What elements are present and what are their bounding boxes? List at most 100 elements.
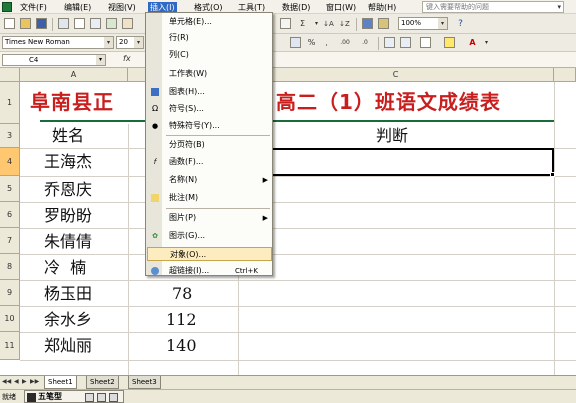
decrease-decimal-icon[interactable]: .0 — [356, 36, 374, 49]
name-box[interactable]: C4 ▾ — [2, 54, 106, 66]
spelling-icon[interactable] — [106, 18, 117, 29]
row-header-4[interactable]: 4 — [0, 148, 20, 176]
name-cell[interactable]: 冷 楠 — [44, 258, 86, 278]
menu-file[interactable]: 文件(F) — [20, 2, 47, 13]
menu-item-comment[interactable]: 批注(M) — [147, 191, 272, 205]
row-header-1[interactable]: 1 — [0, 82, 20, 124]
increase-indent-icon[interactable] — [400, 37, 411, 48]
decrease-indent-icon[interactable] — [384, 37, 395, 48]
autosum-button[interactable]: Σ — [296, 17, 309, 30]
menu-edit[interactable]: 编辑(E) — [64, 2, 91, 13]
row-header-10[interactable]: 10 — [0, 306, 20, 332]
score-cell[interactable]: 140 — [166, 336, 197, 356]
menu-item-chart[interactable]: 图表(H)... — [147, 85, 272, 99]
menu-item-rows[interactable]: 行(R) — [147, 31, 272, 45]
drawing-icon[interactable] — [378, 18, 389, 29]
header-judge-cell[interactable]: 判断 — [376, 126, 408, 146]
chart-wizard-icon[interactable] — [362, 18, 373, 29]
menu-item-name[interactable]: 名称(N) ▶ — [147, 173, 272, 187]
sheet-tab-1[interactable]: Sheet1 — [44, 376, 77, 389]
chevron-down-icon[interactable]: ▾ — [134, 37, 143, 48]
help-search-input[interactable]: 键入需要帮助的问题 ▾ — [422, 1, 564, 13]
ime-moon-icon[interactable] — [85, 393, 94, 402]
fill-handle[interactable] — [550, 172, 555, 177]
sheet-tab-2[interactable]: Sheet2 — [86, 376, 119, 389]
sort-descending-icon[interactable]: ↓Z — [338, 17, 351, 30]
percent-style-button[interactable]: % — [305, 36, 318, 49]
row-header-6[interactable]: 6 — [0, 202, 20, 228]
name-cell[interactable]: 杨玉田 — [44, 284, 92, 304]
name-cell[interactable]: 乔恩庆 — [44, 180, 92, 200]
ime-keyboard-icon[interactable] — [109, 393, 118, 402]
chevron-down-icon[interactable]: ▾ — [96, 55, 105, 65]
menu-item-special-symbol[interactable]: ● 特殊符号(Y)... — [147, 119, 272, 133]
chevron-down-icon[interactable]: ▾ — [557, 2, 561, 12]
ime-punct-icon[interactable] — [97, 393, 106, 402]
prev-sheet-icon[interactable]: ◀ — [14, 378, 19, 385]
header-name-cell[interactable]: 姓名 — [52, 126, 84, 146]
column-header-c[interactable]: C — [238, 68, 554, 82]
font-size-select[interactable]: 20 ▾ — [116, 36, 144, 49]
menu-item-cells[interactable]: 单元格(E)... — [147, 15, 272, 29]
fill-color-icon[interactable] — [444, 37, 455, 48]
chevron-down-icon[interactable]: ▾ — [104, 37, 113, 48]
menu-item-object[interactable]: 对象(O)... — [147, 247, 272, 261]
score-cell[interactable]: 112 — [166, 310, 197, 330]
next-sheet-icon[interactable]: ▶ — [22, 378, 27, 385]
menu-help[interactable]: 帮助(H) — [368, 2, 396, 13]
menu-data[interactable]: 数据(D) — [282, 2, 310, 13]
row-header-3[interactable]: 3 — [0, 124, 20, 148]
insert-function-icon[interactable]: fx — [123, 54, 131, 63]
first-sheet-icon[interactable]: ◀◀ — [2, 378, 11, 385]
select-all-corner[interactable] — [0, 68, 20, 82]
sort-ascending-icon[interactable]: ↓A — [322, 17, 335, 30]
menu-item-picture[interactable]: 图片(P) ▶ — [147, 211, 272, 225]
menu-item-function[interactable]: f 函数(F)... — [147, 155, 272, 169]
print-preview-icon[interactable] — [90, 18, 101, 29]
name-cell[interactable]: 郑灿丽 — [44, 336, 92, 356]
menu-item-hyperlink[interactable]: 超链接(I)... Ctrl+K — [147, 264, 272, 278]
sheet-tab-3[interactable]: Sheet3 — [128, 376, 161, 389]
menu-item-worksheet[interactable]: 工作表(W) — [147, 67, 272, 81]
chevron-down-icon[interactable]: ▾ — [480, 36, 493, 49]
name-cell[interactable]: 朱倩倩 — [44, 232, 92, 252]
ime-name[interactable]: 五笔型 — [38, 391, 62, 403]
row-header-5[interactable]: 5 — [0, 176, 20, 202]
excel-app-icon[interactable] — [2, 2, 12, 12]
hyperlink-icon[interactable] — [280, 18, 291, 29]
new-document-icon[interactable] — [4, 18, 15, 29]
column-header-a[interactable]: A — [20, 68, 128, 82]
save-icon[interactable] — [36, 18, 47, 29]
comma-style-icon[interactable]: , — [320, 36, 333, 49]
chevron-down-icon[interactable]: ▾ — [438, 18, 447, 29]
menu-view[interactable]: 视图(V) — [108, 2, 136, 13]
help-icon[interactable]: ? — [454, 17, 467, 30]
row-header-8[interactable]: 8 — [0, 254, 20, 280]
font-name-select[interactable]: Times New Roman ▾ — [2, 36, 114, 49]
menu-item-diagram[interactable]: ✿ 图示(G)... — [147, 229, 272, 243]
increase-decimal-button[interactable]: .00 — [336, 36, 354, 49]
menu-item-page-break[interactable]: 分页符(B) — [147, 138, 272, 152]
merge-center-icon[interactable] — [290, 37, 301, 48]
row-header-9[interactable]: 9 — [0, 280, 20, 306]
name-cell[interactable]: 罗盼盼 — [44, 206, 92, 226]
last-sheet-icon[interactable]: ▶▶ — [30, 378, 39, 385]
menu-item-symbol[interactable]: Ω 符号(S)... — [147, 102, 272, 116]
score-cell[interactable]: 78 — [172, 284, 192, 304]
ime-logo-icon[interactable] — [27, 393, 36, 402]
font-color-button[interactable]: A — [466, 36, 479, 49]
name-cell[interactable]: 余水乡 — [44, 310, 92, 330]
borders-icon[interactable] — [420, 37, 431, 48]
permission-icon[interactable] — [58, 18, 69, 29]
zoom-select[interactable]: 100% ▾ — [398, 17, 448, 30]
column-header-d[interactable] — [554, 68, 576, 82]
research-icon[interactable] — [122, 18, 133, 29]
menu-item-columns[interactable]: 列(C) — [147, 48, 272, 62]
row-header-7[interactable]: 7 — [0, 228, 20, 254]
worksheet-grid[interactable]: A C 1 3 4 5 6 7 8 9 10 11 阜南县正 高二（1）班语文成… — [0, 68, 576, 375]
name-cell[interactable]: 王海杰 — [44, 152, 92, 172]
row-header-11[interactable]: 11 — [0, 332, 20, 360]
menu-window[interactable]: 窗口(W) — [326, 2, 356, 13]
ime-toolbar[interactable]: 五笔型 — [24, 390, 124, 403]
print-icon[interactable] — [74, 18, 85, 29]
